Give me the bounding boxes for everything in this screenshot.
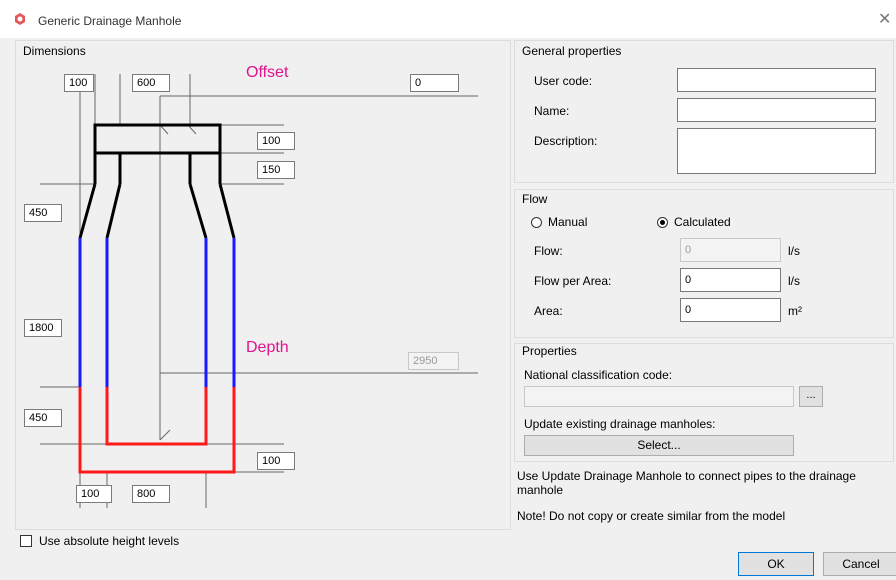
user-code-label: User code:: [534, 74, 593, 88]
properties-label: Properties: [522, 344, 577, 358]
ok-button[interactable]: OK: [738, 552, 814, 576]
cover-thickness-field[interactable]: 100: [257, 132, 295, 150]
flow-per-area-label: Flow per Area:: [534, 274, 612, 288]
browse-button[interactable]: ...: [799, 386, 823, 407]
national-code-field: [524, 386, 794, 407]
flow-group-label: Flow: [522, 192, 548, 206]
calculated-radio[interactable]: [657, 217, 668, 228]
shaft-height-field[interactable]: 1800: [24, 319, 62, 337]
name-label: Name:: [534, 104, 570, 118]
depth-label: Depth: [246, 339, 289, 356]
bottom-inner-field[interactable]: 800: [132, 485, 170, 503]
flow-field: 0: [680, 238, 781, 262]
base-height-field[interactable]: 450: [24, 409, 62, 427]
update-existing-label: Update existing drainage manholes:: [524, 417, 716, 431]
manual-radio[interactable]: [531, 217, 542, 228]
absolute-levels-label: Use absolute height levels: [39, 534, 180, 548]
description-label: Description:: [534, 134, 598, 148]
flow-per-area-field[interactable]: 0: [680, 268, 781, 292]
top-left-width-field[interactable]: 100: [64, 74, 94, 92]
flow-unit: l/s: [788, 244, 800, 258]
national-code-label: National classification code:: [524, 368, 673, 382]
flow-label: Flow:: [534, 244, 563, 258]
select-button[interactable]: Select...: [524, 435, 794, 456]
cancel-button[interactable]: Cancel: [823, 552, 896, 576]
flow-per-area-unit: l/s: [788, 274, 800, 288]
user-code-field[interactable]: [677, 68, 876, 92]
update-note: Use Update Drainage Manhole to connect p…: [517, 469, 856, 497]
offset-label: Offset: [246, 64, 289, 81]
offset-field[interactable]: 0: [410, 74, 459, 92]
depth-field: 2950: [408, 352, 459, 370]
name-field[interactable]: [677, 98, 876, 122]
area-label: Area:: [534, 304, 563, 318]
description-field[interactable]: [677, 128, 876, 174]
calculated-label: Calculated: [674, 215, 731, 229]
manual-label: Manual: [548, 215, 588, 229]
general-properties-label: General properties: [522, 44, 622, 58]
area-field[interactable]: 0: [680, 298, 781, 322]
bottom-wall-field[interactable]: 100: [76, 485, 112, 503]
area-unit: m²: [788, 304, 802, 318]
copy-note: Note! Do not copy or create similar from…: [517, 509, 786, 523]
cone-height-field[interactable]: 450: [24, 204, 62, 222]
absolute-levels-checkbox[interactable]: [20, 535, 32, 547]
base-thickness-field[interactable]: 100: [257, 452, 295, 470]
top-inner-width-field[interactable]: 600: [132, 74, 170, 92]
frame-height-field[interactable]: 150: [257, 161, 295, 179]
